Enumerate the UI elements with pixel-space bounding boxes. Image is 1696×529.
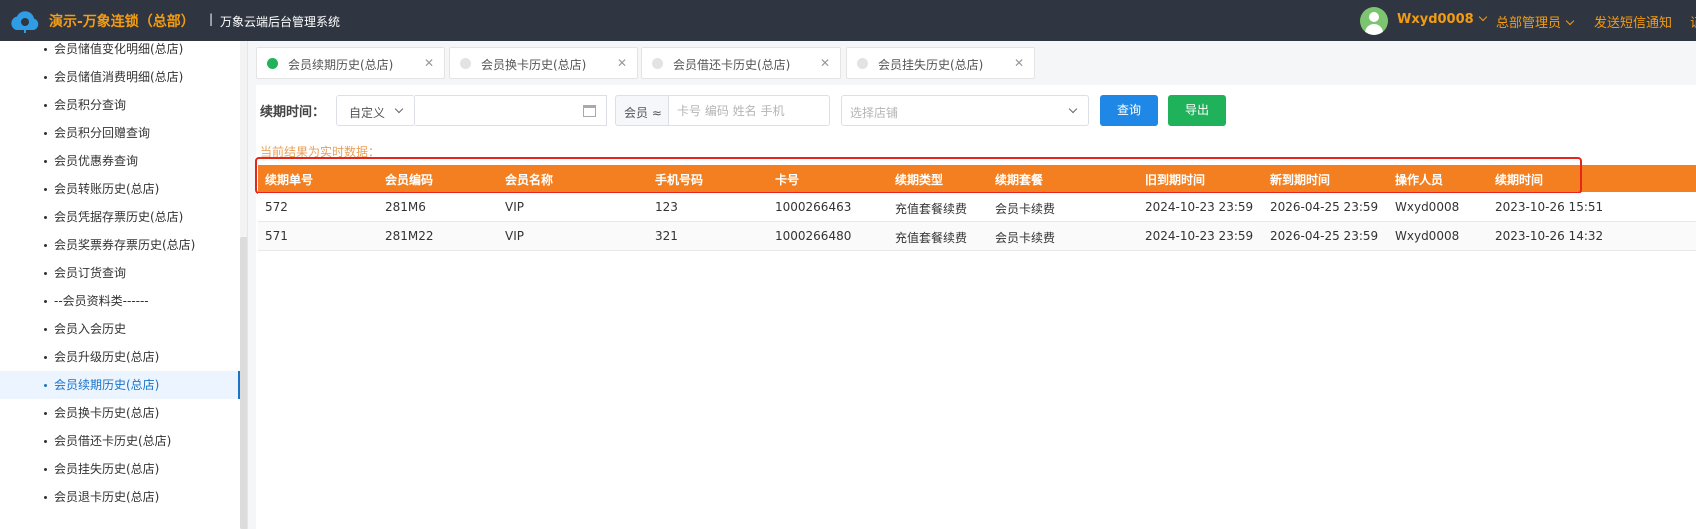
cell-renewal-type: 充值套餐续费 <box>895 202 968 216</box>
tab-loss-report-history[interactable]: 会员挂失历史(总店) ✕ <box>846 47 1035 79</box>
date-range-select[interactable]: 自定义 <box>336 95 415 126</box>
sidebar-item[interactable]: 会员奖票券存票历史(总店) <box>0 231 240 259</box>
calendar-icon <box>583 105 596 117</box>
sidebar-item[interactable]: 会员挂失历史(总店) <box>0 455 240 483</box>
close-icon[interactable]: ✕ <box>617 56 627 70</box>
sidebar-item[interactable]: 会员退卡历史(总店) <box>0 483 240 511</box>
cell-new-expiry: 2026-04-25 23:59 <box>1270 229 1379 243</box>
sidebar-item[interactable]: 会员升级历史(总店) <box>0 343 240 371</box>
cell-operator: Wxyd0008 <box>1395 200 1460 214</box>
sidebar-scrollbar-thumb[interactable] <box>240 237 247 529</box>
date-range-input[interactable] <box>415 95 607 126</box>
tab-status-dot <box>267 58 278 69</box>
cell-phone: 321 <box>655 229 678 243</box>
cell-new-expiry: 2026-04-25 23:59 <box>1270 200 1379 214</box>
cell-member-name: VIP <box>505 200 524 214</box>
cell-member-code: 281M22 <box>385 229 434 243</box>
app-subtitle: 万象云端后台管理系统 <box>220 15 341 29</box>
role-name: 总部管理员 <box>1496 16 1562 31</box>
renewal-time-label: 续期时间： <box>260 105 326 120</box>
user-menu[interactable]: Wxyd0008 <box>1397 12 1487 27</box>
cell-old-expiry: 2024-10-23 23:59 <box>1145 229 1254 243</box>
cell-member-code: 281M6 <box>385 200 426 214</box>
cell-renewal-no: 572 <box>265 200 288 214</box>
send-sms-link[interactable]: 发送短信通知 <box>1594 12 1672 31</box>
chevron-down-icon <box>1068 104 1078 114</box>
sidebar-item[interactable]: 会员换卡历史(总店) <box>0 399 240 427</box>
cell-renewal-package: 会员卡续费 <box>995 202 1056 216</box>
content-panel <box>256 85 1696 529</box>
close-icon[interactable]: ✕ <box>820 56 830 70</box>
sidebar-item[interactable]: 会员转账历史(总店) <box>0 175 240 203</box>
cell-phone: 123 <box>655 200 678 214</box>
tab-renewal-history[interactable]: 会员续期历史(总店) ✕ <box>256 47 445 79</box>
sidebar: 会员储值变化明细(总店) 会员储值消费明细(总店) 会员积分查询 会员积分回赠查… <box>0 41 248 529</box>
query-button[interactable]: 查询 <box>1100 95 1158 126</box>
cell-card-no: 1000266480 <box>775 229 852 243</box>
table-row[interactable]: 572 281M6 VIP 123 1000266463 充值套餐续费 会员卡续… <box>258 193 1696 222</box>
sidebar-item[interactable]: 会员积分回赠查询 <box>0 119 240 147</box>
cell-renewal-time: 2023-10-26 15:51 <box>1495 200 1604 214</box>
close-icon[interactable]: ✕ <box>424 56 434 70</box>
top-bar: 演示-万象连锁（总部） | 万象云端后台管理系统 Wxyd0008 总部管理员 … <box>0 0 1696 41</box>
sidebar-item-active[interactable]: 会员续期历史(总店) <box>0 371 240 399</box>
cell-operator: Wxyd0008 <box>1395 229 1460 243</box>
chevron-down-icon <box>1565 16 1575 26</box>
sidebar-item[interactable]: 会员储值变化明细(总店) <box>0 41 240 63</box>
cell-card-no: 1000266463 <box>775 200 852 214</box>
chevron-down-icon <box>394 104 404 114</box>
user-name: Wxyd0008 <box>1397 12 1474 27</box>
tab-status-dot <box>857 58 868 69</box>
tab-status-dot <box>460 58 471 69</box>
avatar[interactable] <box>1360 7 1388 35</box>
tab-card-change-history[interactable]: 会员换卡历史(总店) ✕ <box>449 47 638 79</box>
chevron-down-icon <box>1478 12 1487 22</box>
close-icon[interactable]: ✕ <box>1014 56 1024 70</box>
tab-card-borrow-history[interactable]: 会员借还卡历史(总店) ✕ <box>641 47 841 79</box>
sidebar-group-label: --会员资料类------ <box>0 287 240 315</box>
cell-renewal-type: 充值套餐续费 <box>895 231 968 245</box>
app-title: 演示-万象连锁（总部） <box>49 14 195 30</box>
sidebar-item[interactable]: 会员优惠券查询 <box>0 147 240 175</box>
cell-renewal-package: 会员卡续费 <box>995 231 1056 245</box>
sidebar-item[interactable]: 会员储值消费明细(总店) <box>0 63 240 91</box>
store-select[interactable]: 选择店铺 <box>841 95 1089 126</box>
sidebar-item[interactable]: 会员借还卡历史(总店) <box>0 427 240 455</box>
cell-old-expiry: 2024-10-23 23:59 <box>1145 200 1254 214</box>
export-button[interactable]: 导出 <box>1168 95 1226 126</box>
sidebar-item[interactable]: 会员凭据存票历史(总店) <box>0 203 240 231</box>
cell-renewal-no: 571 <box>265 229 288 243</box>
role-menu[interactable]: 总部管理员 <box>1496 12 1575 31</box>
member-search-input[interactable] <box>668 95 830 126</box>
tab-status-dot <box>652 58 663 69</box>
title-separator: | <box>209 12 214 26</box>
member-match-prefix: 会员 ≈ <box>615 95 669 126</box>
cloud-logo-icon <box>11 11 39 33</box>
cell-renewal-time: 2023-10-26 14:32 <box>1495 229 1604 243</box>
cell-member-name: VIP <box>505 229 524 243</box>
sidebar-item[interactable]: 会员积分查询 <box>0 91 240 119</box>
sidebar-item[interactable]: 会员入会历史 <box>0 315 240 343</box>
table-row[interactable]: 571 281M22 VIP 321 1000266480 充值套餐续费 会员卡… <box>258 222 1696 251</box>
overflow-link[interactable]: 证 <box>1690 12 1696 31</box>
highlight-annotation-box <box>255 157 1582 194</box>
sidebar-item[interactable]: 会员订货查询 <box>0 259 240 287</box>
